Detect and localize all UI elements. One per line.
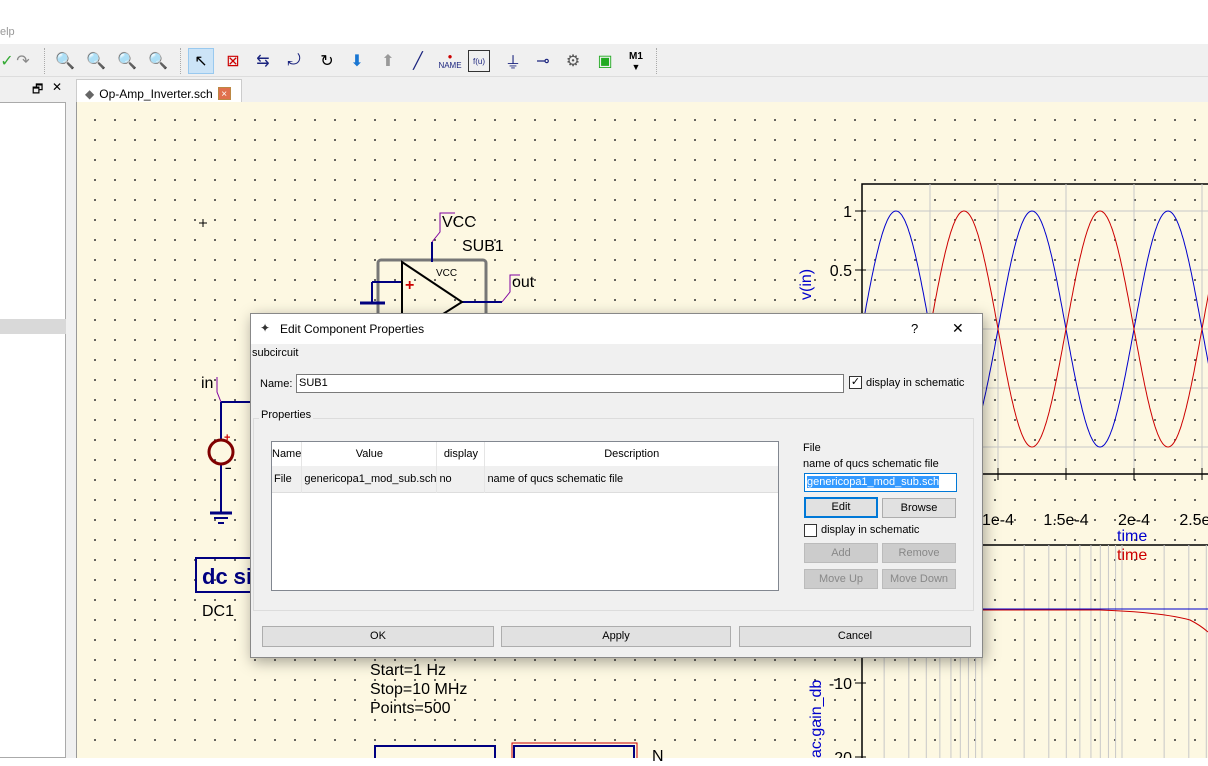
cell-value: genericopa1_mod_sub.sch [301, 466, 438, 492]
y-tick-label: -10 [829, 676, 852, 693]
edit-button[interactable]: Edit [804, 497, 878, 518]
display-in-schematic-label: display in schematic [866, 377, 965, 389]
col-value[interactable]: Value [301, 442, 438, 466]
browse-button[interactable]: Browse [882, 498, 956, 518]
y-tick-label: -20 [829, 750, 852, 758]
cell-display: no [436, 466, 486, 492]
close-button[interactable]: ✕ [952, 320, 964, 337]
col-name[interactable]: Name [272, 442, 303, 466]
x-tick-label: 1.5e-4 [1043, 512, 1088, 529]
x-tick-label: 2.5e-4 [1179, 512, 1208, 529]
properties-table[interactable]: Name Value display Description File gene… [271, 441, 779, 591]
cancel-button[interactable]: Cancel [739, 626, 971, 647]
prop-display-label: display in schematic [821, 524, 920, 536]
apply-button[interactable]: Apply [501, 626, 731, 647]
dialog-title: Edit Component Properties [280, 322, 425, 336]
display-in-schematic-checkbox[interactable]: ✓ [849, 376, 862, 389]
properties-label: Properties [259, 409, 314, 421]
move-up-button[interactable]: Move Up [804, 569, 878, 589]
edit-component-dialog: ✦ Edit Component Properties ? ✕ subcircu… [250, 313, 983, 658]
y-tick-label: 1 [843, 204, 852, 221]
cell-name: File [272, 466, 303, 492]
col-display[interactable]: display [436, 442, 486, 466]
move-down-button[interactable]: Move Down [882, 569, 956, 589]
ok-button[interactable]: OK [262, 626, 494, 647]
remove-button[interactable]: Remove [882, 543, 956, 563]
component-type: subcircuit [252, 347, 299, 359]
help-button[interactable]: ? [911, 321, 918, 336]
name-input[interactable]: SUB1 [296, 374, 844, 393]
dialog-titlebar[interactable]: ✦ Edit Component Properties ? ✕ [251, 314, 982, 344]
table-row[interactable]: File genericopa1_mod_sub.sch no name of … [272, 466, 778, 492]
prop-value-text: genericopa1_mod_sub.sch [807, 476, 940, 488]
xlabel-time-blue: time [1117, 528, 1148, 545]
qucs-app-icon: ✦ [260, 321, 271, 335]
ylabel-vin: v(in) [798, 268, 815, 300]
y-tick-label: 0.5 [830, 263, 852, 280]
prop-display-checkbox[interactable] [804, 524, 817, 537]
col-description[interactable]: Description [485, 442, 778, 466]
xlabel-time-red: time [1117, 547, 1148, 564]
x-tick-label: 1e-4 [982, 512, 1014, 529]
x-tick-label: 2e-4 [1118, 512, 1150, 529]
prop-name: File [803, 442, 821, 454]
ylabel-gain-db: ac.gain_db [808, 679, 825, 758]
prop-description: name of qucs schematic file [803, 458, 939, 470]
prop-value-input[interactable]: genericopa1_mod_sub.sch [804, 473, 957, 492]
add-button[interactable]: Add [804, 543, 878, 563]
cell-description: name of qucs schematic file [487, 472, 624, 485]
name-label: Name: [260, 378, 293, 390]
